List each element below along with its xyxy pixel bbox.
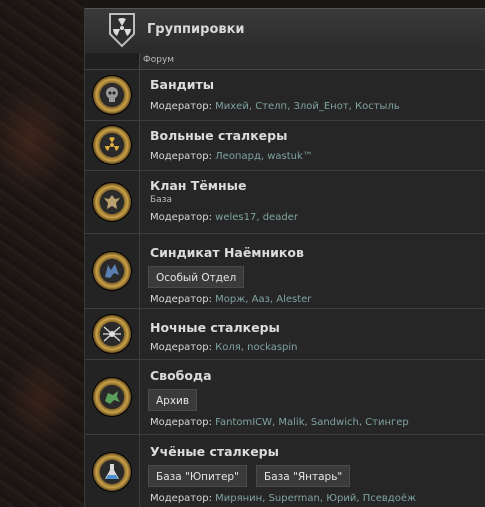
forum-row-mercenaries: Синдикат Наёмников Особый Отдел Модерато… xyxy=(85,234,485,309)
forum-row-night-stalkers: Ночные сталкеры Модератор: Коля, nockasp… xyxy=(85,309,485,360)
icon-column-header xyxy=(85,53,140,69)
moderators-line: Модератор: Михей, Стелп, Злой_Енот, Кост… xyxy=(150,101,400,112)
skull-emblem-icon xyxy=(93,76,131,114)
category-header: Группировки xyxy=(85,8,485,54)
forum-row-freedom: Свобода Архив Модератор: FantomICW, Mali… xyxy=(85,360,485,435)
subforum-button-amber-base[interactable]: База "Янтарь" xyxy=(256,465,351,487)
forum-icon-cell xyxy=(85,309,140,359)
background-artwork xyxy=(0,0,84,507)
subforum-button-archive[interactable]: Архив xyxy=(148,389,198,411)
forum-icon-cell xyxy=(85,234,140,308)
forum-title[interactable]: Ночные сталкеры xyxy=(150,320,280,335)
flask-emblem-icon xyxy=(93,453,131,491)
moderator-links[interactable]: weles17, deader xyxy=(215,212,298,223)
forum-icon-cell xyxy=(85,70,140,120)
forum-title[interactable]: Учёные сталкеры xyxy=(150,444,279,459)
forum-row-free-stalkers: Вольные сталкеры Модератор: Леопард, was… xyxy=(85,121,485,171)
moderator-links[interactable]: Леопард, wastuk™ xyxy=(215,151,313,162)
spider-emblem-icon xyxy=(93,315,131,353)
forum-title[interactable]: Бандиты xyxy=(150,77,214,92)
forum-icon-cell xyxy=(85,435,140,507)
moderator-label: Модератор: xyxy=(150,294,212,305)
nuclear-emblem-icon xyxy=(93,126,131,164)
forum-description: База xyxy=(150,195,172,205)
forum-title[interactable]: Клан Тёмные xyxy=(150,178,246,193)
forum-row-scientists: Учёные сталкеры База "Юпитер" База "Янта… xyxy=(85,435,485,507)
radiation-hazard-icon xyxy=(109,13,135,48)
moderator-links[interactable]: Мирянин, Superman, Юрий, Псевдоёж xyxy=(215,493,416,504)
moderator-label: Модератор: xyxy=(150,151,212,162)
forum-category-panel: Группировки Форум Бандиты Модератор: Мих… xyxy=(84,8,485,507)
column-header: Форум xyxy=(85,53,485,70)
moderator-label: Модератор: xyxy=(150,493,212,504)
subforum-button-jupiter-base[interactable]: База "Юпитер" xyxy=(148,465,247,487)
eagle-emblem-icon xyxy=(93,183,131,221)
category-title[interactable]: Группировки xyxy=(147,22,245,37)
forum-title[interactable]: Вольные сталкеры xyxy=(150,128,287,143)
forum-title[interactable]: Свобода xyxy=(150,368,212,383)
subforum-button-special-department[interactable]: Особый Отдел xyxy=(148,266,245,288)
moderator-links[interactable]: Морж, Aaз, Alester xyxy=(215,294,311,305)
moderators-line: Модератор: FantomICW, Malik, Sandwich, С… xyxy=(150,417,409,428)
moderator-label: Модератор: xyxy=(150,101,212,112)
moderators-line: Модератор: Леопард, wastuk™ xyxy=(150,151,313,162)
forum-row-bandits: Бандиты Модератор: Михей, Стелп, Злой_Ен… xyxy=(85,70,485,121)
moderators-line: Модератор: Коля, nockaspin xyxy=(150,342,298,353)
moderator-label: Модератор: xyxy=(150,342,212,353)
moderator-links[interactable]: Михей, Стелп, Злой_Енот, Костыль xyxy=(215,101,400,112)
moderator-links[interactable]: Коля, nockaspin xyxy=(215,342,297,353)
moderators-line: Модератор: Мирянин, Superman, Юрий, Псев… xyxy=(150,493,416,504)
moderators-line: Модератор: Морж, Aaз, Alester xyxy=(150,294,311,305)
moderator-label: Модератор: xyxy=(150,417,212,428)
wolf-emblem-icon xyxy=(93,252,131,290)
forum-icon-cell xyxy=(85,121,140,170)
forum-icon-cell xyxy=(85,360,140,434)
moderator-links[interactable]: FantomICW, Malik, Sandwich, Стингер xyxy=(215,417,409,428)
forum-row-dark-clan: Клан Тёмные База Модератор: weles17, dea… xyxy=(85,171,485,234)
forum-column-label: Форум xyxy=(143,55,175,65)
forum-icon-cell xyxy=(85,171,140,233)
forum-title[interactable]: Синдикат Наёмников xyxy=(150,245,304,260)
moderator-label: Модератор: xyxy=(150,212,212,223)
dragon-emblem-icon xyxy=(93,378,131,416)
moderators-line: Модератор: weles17, deader xyxy=(150,212,298,223)
